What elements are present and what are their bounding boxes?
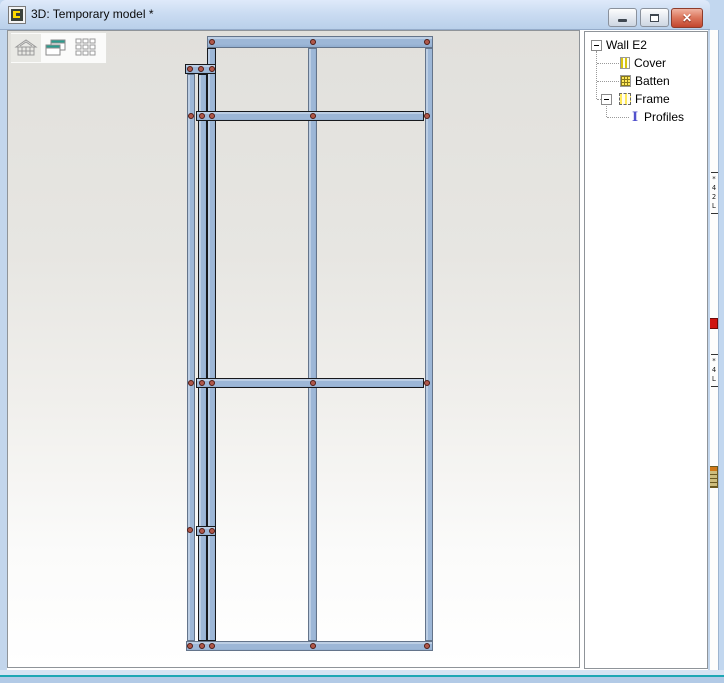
dimension-tick	[711, 354, 718, 355]
stud-double-b[interactable]	[207, 48, 216, 641]
red-marker	[709, 318, 718, 329]
tree-label[interactable]: Wall E2	[606, 38, 647, 52]
tree-item-wall-e2[interactable]: Wall E2	[585, 36, 708, 54]
window-title: 3D: Temporary model *	[31, 7, 154, 21]
screw[interactable]	[209, 113, 215, 119]
screw[interactable]	[199, 380, 205, 386]
screw[interactable]	[424, 643, 430, 649]
tile-grid-icon	[75, 38, 97, 58]
tree-item-frame[interactable]: Frame	[585, 90, 708, 108]
tree-label[interactable]: Frame	[635, 92, 670, 106]
screw[interactable]	[188, 380, 194, 386]
tree-item-batten[interactable]: Batten	[585, 72, 708, 90]
tile-windows-button[interactable]	[71, 34, 101, 62]
house-frame-icon	[14, 38, 38, 58]
screw[interactable]	[209, 643, 215, 649]
dimension-label-upper: *42L	[710, 170, 718, 216]
titlebar[interactable]: 3D: Temporary model * ✕	[0, 0, 710, 30]
close-icon: ✕	[672, 11, 702, 25]
dimension-tick	[711, 172, 718, 173]
dimension-label-lower: *4L	[710, 352, 718, 389]
screw[interactable]	[310, 113, 316, 119]
collapse-icon[interactable]	[601, 94, 612, 105]
model-window: 3D: Temporary model * ✕	[0, 0, 710, 675]
view-toolbar	[10, 32, 107, 64]
screw[interactable]	[424, 113, 430, 119]
stud-middle[interactable]	[308, 48, 317, 641]
model-tree-panel: Wall E2 Cover Batten Frame I Profi	[584, 31, 708, 669]
screw[interactable]	[209, 39, 215, 45]
background-drawing-strip: *42L *4L	[710, 30, 719, 675]
maximize-button[interactable]	[640, 8, 669, 27]
stud-left[interactable]	[187, 74, 195, 641]
stud-right[interactable]	[425, 48, 433, 641]
top-plate[interactable]	[207, 36, 433, 48]
screw[interactable]	[187, 527, 193, 533]
screw[interactable]	[424, 39, 430, 45]
minimize-button[interactable]	[608, 8, 637, 27]
close-button[interactable]: ✕	[671, 8, 703, 28]
screw[interactable]	[209, 528, 215, 534]
screw[interactable]	[209, 380, 215, 386]
stud-double-a[interactable]	[198, 74, 207, 641]
background-app-strip: *42L *4L	[710, 0, 724, 683]
parent-bottom-border	[0, 677, 724, 683]
screw[interactable]	[198, 66, 204, 72]
screw[interactable]	[199, 643, 205, 649]
dimension-text: *42L	[712, 175, 716, 211]
screw[interactable]	[187, 66, 193, 72]
screw[interactable]	[310, 39, 316, 45]
collapse-icon[interactable]	[591, 40, 602, 51]
screw[interactable]	[199, 113, 205, 119]
batten-icon	[620, 75, 631, 87]
frame-view-button[interactable]	[11, 34, 41, 62]
screw[interactable]	[188, 113, 194, 119]
screen: *42L *4L 3D: Temporary model *	[0, 0, 724, 683]
screw[interactable]	[310, 643, 316, 649]
tree-label[interactable]: Batten	[635, 74, 670, 88]
screw[interactable]	[187, 643, 193, 649]
model-tree: Wall E2 Cover Batten Frame I Profi	[585, 32, 707, 668]
dimension-tick	[711, 213, 718, 214]
app-icon	[8, 6, 26, 24]
screw[interactable]	[424, 380, 430, 386]
screw[interactable]	[209, 66, 215, 72]
tree-item-profiles[interactable]: I Profiles	[585, 108, 708, 126]
wall-section-hatch-marker	[709, 466, 718, 488]
dimension-text: *4L	[712, 357, 716, 384]
screw[interactable]	[310, 380, 316, 386]
profiles-icon: I	[630, 111, 640, 124]
frame-icon	[619, 93, 631, 105]
cascade-windows-button[interactable]	[41, 34, 71, 62]
tree-item-cover[interactable]: Cover	[585, 54, 708, 72]
cascade-windows-icon	[45, 39, 67, 57]
tree-label[interactable]: Cover	[634, 56, 666, 70]
tree-label[interactable]: Profiles	[644, 110, 684, 124]
dimension-tick	[711, 386, 718, 387]
cover-icon	[620, 57, 630, 69]
app-icon-notch	[16, 13, 20, 16]
minimize-icon	[618, 19, 627, 22]
screw[interactable]	[199, 528, 205, 534]
maximize-icon	[650, 14, 659, 22]
drawing-canvas[interactable]	[7, 30, 580, 668]
